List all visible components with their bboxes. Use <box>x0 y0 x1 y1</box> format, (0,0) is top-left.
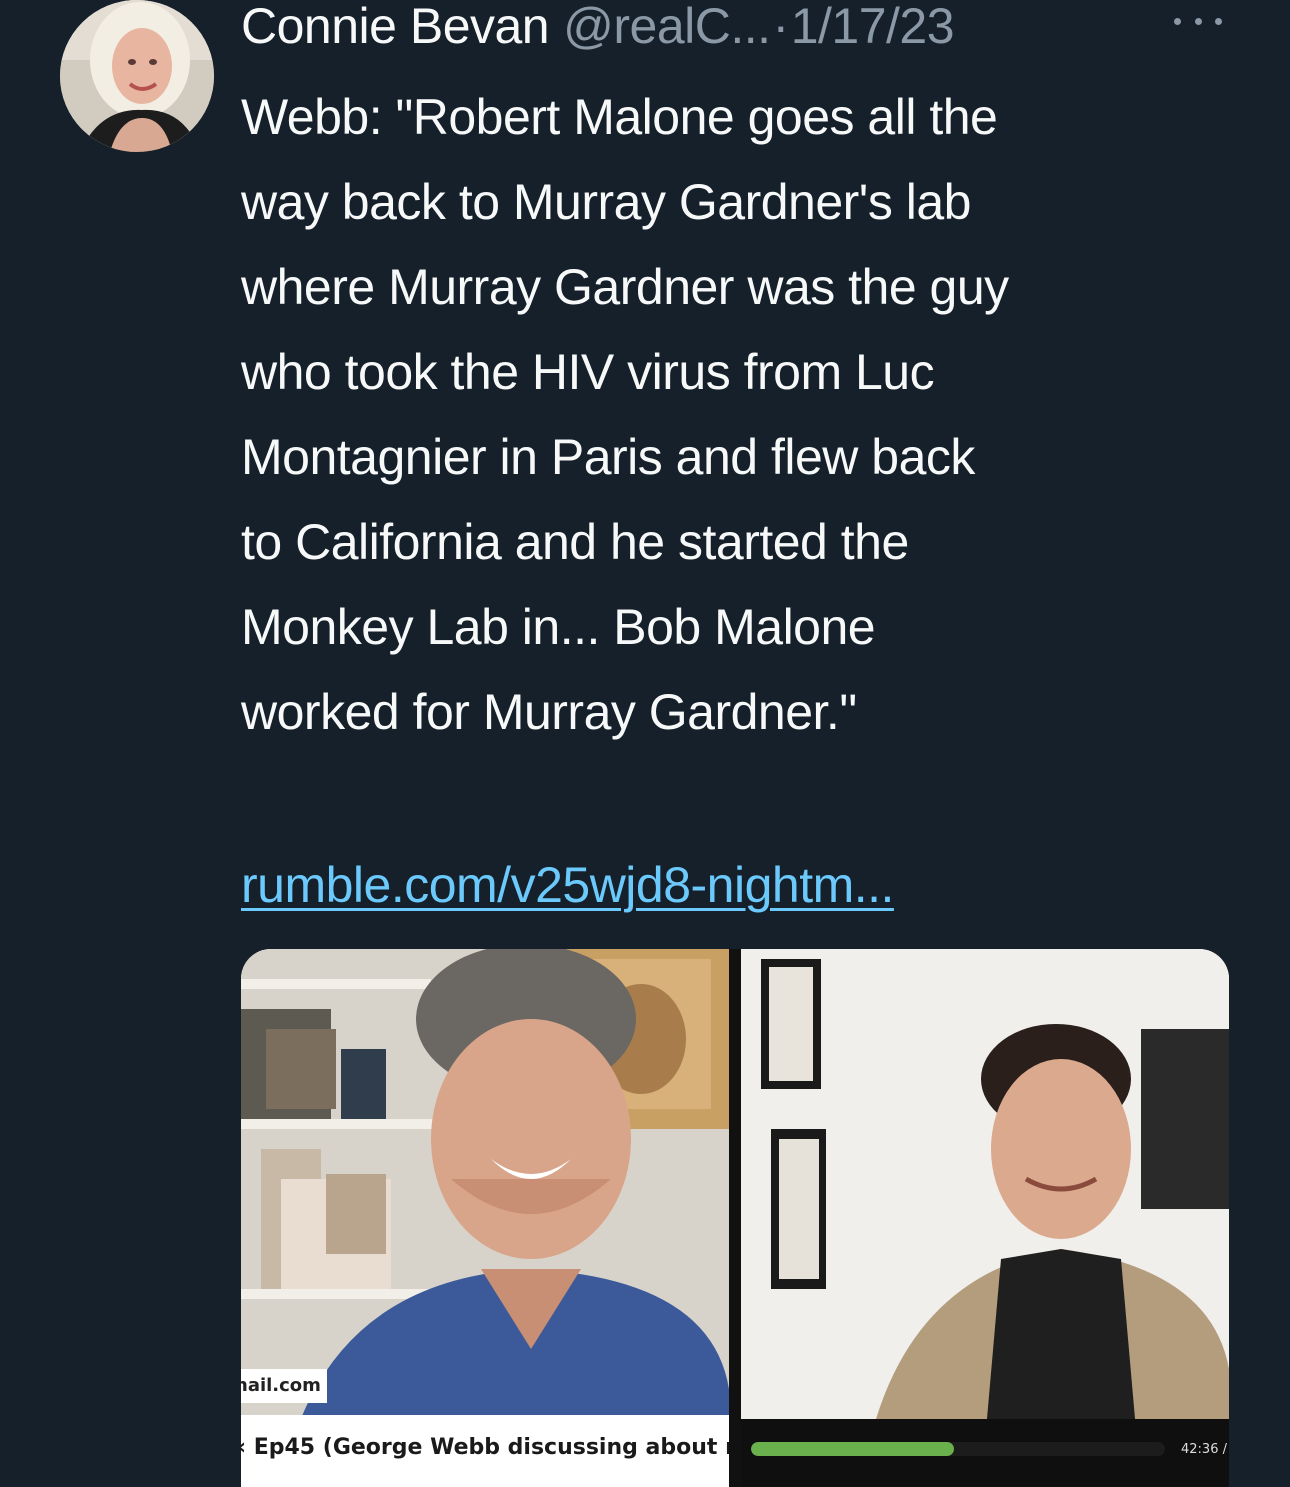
tweet-date[interactable]: 1/17/23 <box>791 0 955 52</box>
tweet-header: Connie Bevan @realC... · 1/17/23 <box>241 0 1241 52</box>
user-handle[interactable]: @realC... <box>563 0 771 52</box>
video-thumbnail-left: nail.com ‹ Ep45 (George Webb discussing … <box>241 949 729 1487</box>
more-horizontal-icon[interactable] <box>1168 6 1228 36</box>
more-dot <box>1174 17 1181 25</box>
video-caption-bar: ‹ Ep45 (George Webb discussing about myo <box>241 1415 729 1487</box>
tweet-body-line: who took the HIV virus from Luc <box>241 344 935 400</box>
link-card-thumbnail[interactable]: nail.com ‹ Ep45 (George Webb discussing … <box>241 949 1229 1487</box>
tweet[interactable]: Connie Bevan @realC... · 1/17/23 Webb: "… <box>0 0 1290 1487</box>
more-dot <box>1194 17 1202 25</box>
tweet-body-line: Webb: "Robert Malone goes all the <box>241 89 998 145</box>
tweet-body-line: Monkey Lab in... Bob Malone <box>241 599 876 655</box>
pane-divider <box>729 949 741 1487</box>
rumble-link[interactable]: rumble.com/v25wjd8-nightm... <box>241 843 894 928</box>
avatar[interactable] <box>60 0 214 152</box>
tweet-body-line: where Murray Gardner was the guy <box>241 259 1009 315</box>
separator-dot: · <box>772 0 790 54</box>
tweet-body-line: Montagnier in Paris and flew back <box>241 429 975 485</box>
video-progress-fill <box>751 1442 954 1456</box>
video-caption: ‹ Ep45 (George Webb discussing about myo <box>241 1435 729 1460</box>
video-timestamp: 42:36 / <box>1181 1442 1227 1457</box>
video-progress-bar[interactable] <box>751 1442 1165 1456</box>
tweet-body-line: to California and he started the <box>241 514 909 570</box>
more-dot <box>1215 17 1222 25</box>
video-thumbnail-right: 42:36 / <box>741 949 1229 1487</box>
display-name[interactable]: Connie Bevan <box>241 0 550 52</box>
tweet-body-line: way back to Murray Gardner's lab <box>241 174 971 230</box>
email-overlay: nail.com <box>241 1369 327 1403</box>
tweet-body-line: worked for Murray Gardner." <box>241 684 857 740</box>
tweet-body: Webb: "Robert Malone goes all the way ba… <box>241 75 1241 755</box>
